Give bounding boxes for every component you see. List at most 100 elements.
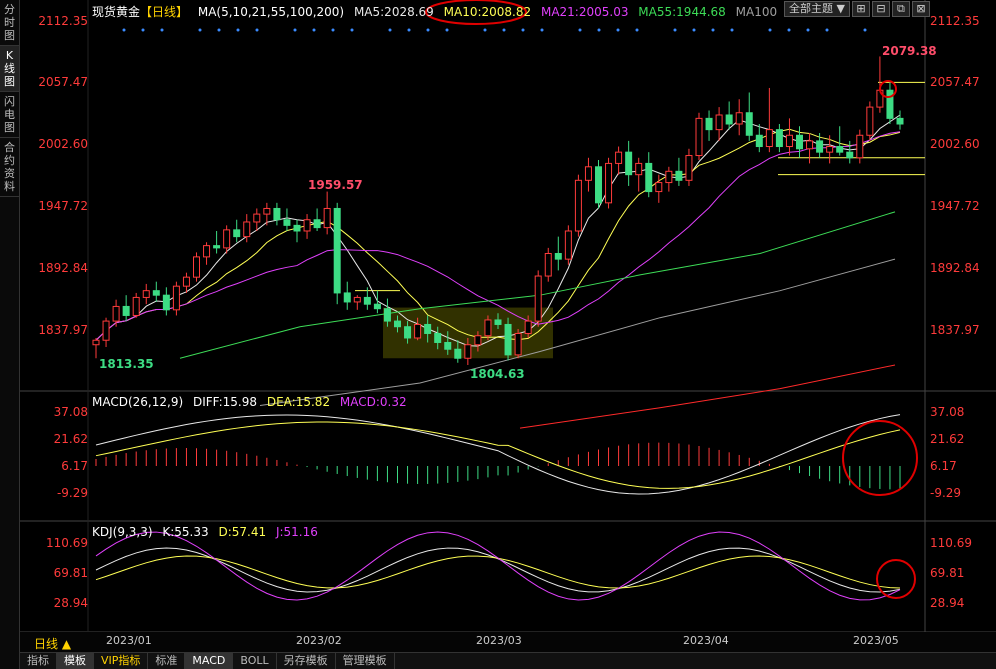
ma200-line	[519, 364, 896, 429]
candle-body	[213, 245, 221, 249]
candle-body	[122, 305, 130, 316]
candle-body	[785, 134, 793, 148]
candle-body	[715, 114, 723, 131]
signal-dot	[160, 28, 164, 32]
candle-body	[685, 155, 693, 181]
date-tick: 2023/01	[106, 634, 152, 647]
window-button-0[interactable]: ⊞	[851, 1, 870, 17]
date-tick: 2023/02	[296, 634, 342, 647]
candle-body	[243, 221, 251, 238]
candle-body	[373, 303, 381, 310]
bottom-tab-4[interactable]: MACD	[185, 653, 234, 669]
candle-body	[725, 114, 733, 125]
bottom-tab-1[interactable]: 模板	[57, 653, 94, 669]
kdj-k: K:55.33	[162, 525, 209, 539]
main-legend: 现货黄金【日线】 MA(5,10,21,55,100,200) MA5:2028…	[92, 3, 783, 20]
bottom-tab-3[interactable]: 标准	[148, 653, 186, 669]
macd-axis-left-label: 37.08	[53, 405, 88, 419]
candle-body	[112, 305, 120, 322]
candle-body	[404, 326, 412, 339]
candle-body	[755, 134, 763, 148]
candle-body	[273, 207, 281, 221]
signal-dot	[255, 28, 259, 32]
period-label: 【日线】	[140, 5, 189, 19]
candle-body	[313, 219, 321, 229]
price-axis-left-label: 1947.72	[38, 199, 88, 213]
signal-dot	[502, 28, 506, 32]
signal-dot	[825, 28, 829, 32]
instrument-title: 现货黄金	[92, 5, 141, 19]
candle-body	[434, 332, 442, 343]
macd-axis-left-label: -9.29	[56, 486, 88, 500]
signal-dot	[407, 28, 411, 32]
candle-body	[705, 117, 713, 131]
price-axis-right-label: 2112.35	[930, 14, 980, 28]
annotation-high-1: 1959.57	[308, 178, 363, 192]
window-button-1[interactable]: ⊟	[871, 1, 890, 17]
candle-body	[524, 320, 532, 334]
price-axis-left-label: 1892.84	[38, 261, 88, 275]
signal-dot	[540, 28, 544, 32]
candle-body	[263, 207, 271, 215]
candle-body	[142, 290, 150, 298]
candle-body	[233, 229, 241, 238]
candle-body	[595, 166, 602, 204]
candle-body	[554, 253, 562, 260]
signal-dot	[331, 28, 335, 32]
signal-dot	[388, 28, 392, 32]
signal-dot	[711, 28, 715, 32]
candle-body	[414, 323, 422, 339]
signal-dot	[445, 28, 449, 32]
annotation-low-1: 1813.35	[99, 357, 154, 371]
signal-dot	[635, 28, 639, 32]
window-button-3[interactable]: ⊠	[911, 1, 930, 17]
period-selector[interactable]: 日线 ▲	[34, 635, 71, 652]
candle-body	[645, 162, 653, 193]
bottom-tab-7[interactable]: 管理模板	[336, 653, 395, 669]
theme-select[interactable]: 全部主题 ▼	[784, 1, 850, 17]
candle-body	[775, 129, 783, 148]
signal-dot	[730, 28, 734, 32]
macd-axis-right-label: 21.62	[930, 432, 965, 446]
ma55-value: MA55:1944.68	[638, 5, 726, 19]
kdj-j: J:51.16	[275, 525, 318, 539]
macd-value: MACD:0.32	[339, 395, 407, 409]
window-button-2[interactable]: ⧉	[891, 1, 910, 17]
candle-body	[293, 224, 301, 232]
candle-body	[333, 207, 341, 294]
bottom-tab-2[interactable]: VIP指标	[94, 653, 149, 669]
candle-body	[665, 170, 673, 184]
price-axis-left-label: 2112.35	[38, 14, 88, 28]
candle-body	[574, 179, 582, 232]
macd-params: MACD(26,12,9)	[92, 395, 184, 409]
signal-dot	[483, 28, 487, 32]
candle-body	[162, 294, 170, 311]
bottom-tab-6[interactable]: 另存模板	[277, 653, 336, 669]
macd-dea: DEA:15.82	[266, 395, 331, 409]
candle-body	[363, 296, 371, 305]
date-tick: 2023/03	[476, 634, 522, 647]
signal-dot	[806, 28, 810, 32]
candle-body	[454, 348, 462, 359]
candle-body	[826, 146, 834, 153]
candle-body	[504, 323, 512, 356]
candle-body	[635, 162, 643, 176]
candle-body	[584, 166, 592, 181]
macd-diff: DIFF:15.98	[192, 395, 258, 409]
chart-canvas[interactable]	[0, 0, 996, 669]
ma5-value: MA5:2028.69	[353, 5, 434, 19]
candle-body	[866, 106, 874, 136]
candle-body	[735, 112, 743, 125]
candle-body	[343, 292, 351, 303]
date-tick: 2023/05	[853, 634, 899, 647]
candle-body	[203, 245, 211, 258]
candle-body	[92, 339, 100, 346]
kdj-axis-right-label: 28.94	[930, 596, 965, 610]
bottom-tab-0[interactable]: 指标	[20, 653, 57, 669]
candle-body	[796, 134, 803, 150]
candle-body	[464, 344, 472, 359]
bottom-tab-5[interactable]: BOLL	[233, 653, 277, 669]
kdj-d: D:57.41	[218, 525, 267, 539]
window-toolbar: 全部主题 ▼ ⊞ ⊟ ⧉ ⊠	[784, 1, 930, 17]
candle-body	[102, 320, 110, 341]
